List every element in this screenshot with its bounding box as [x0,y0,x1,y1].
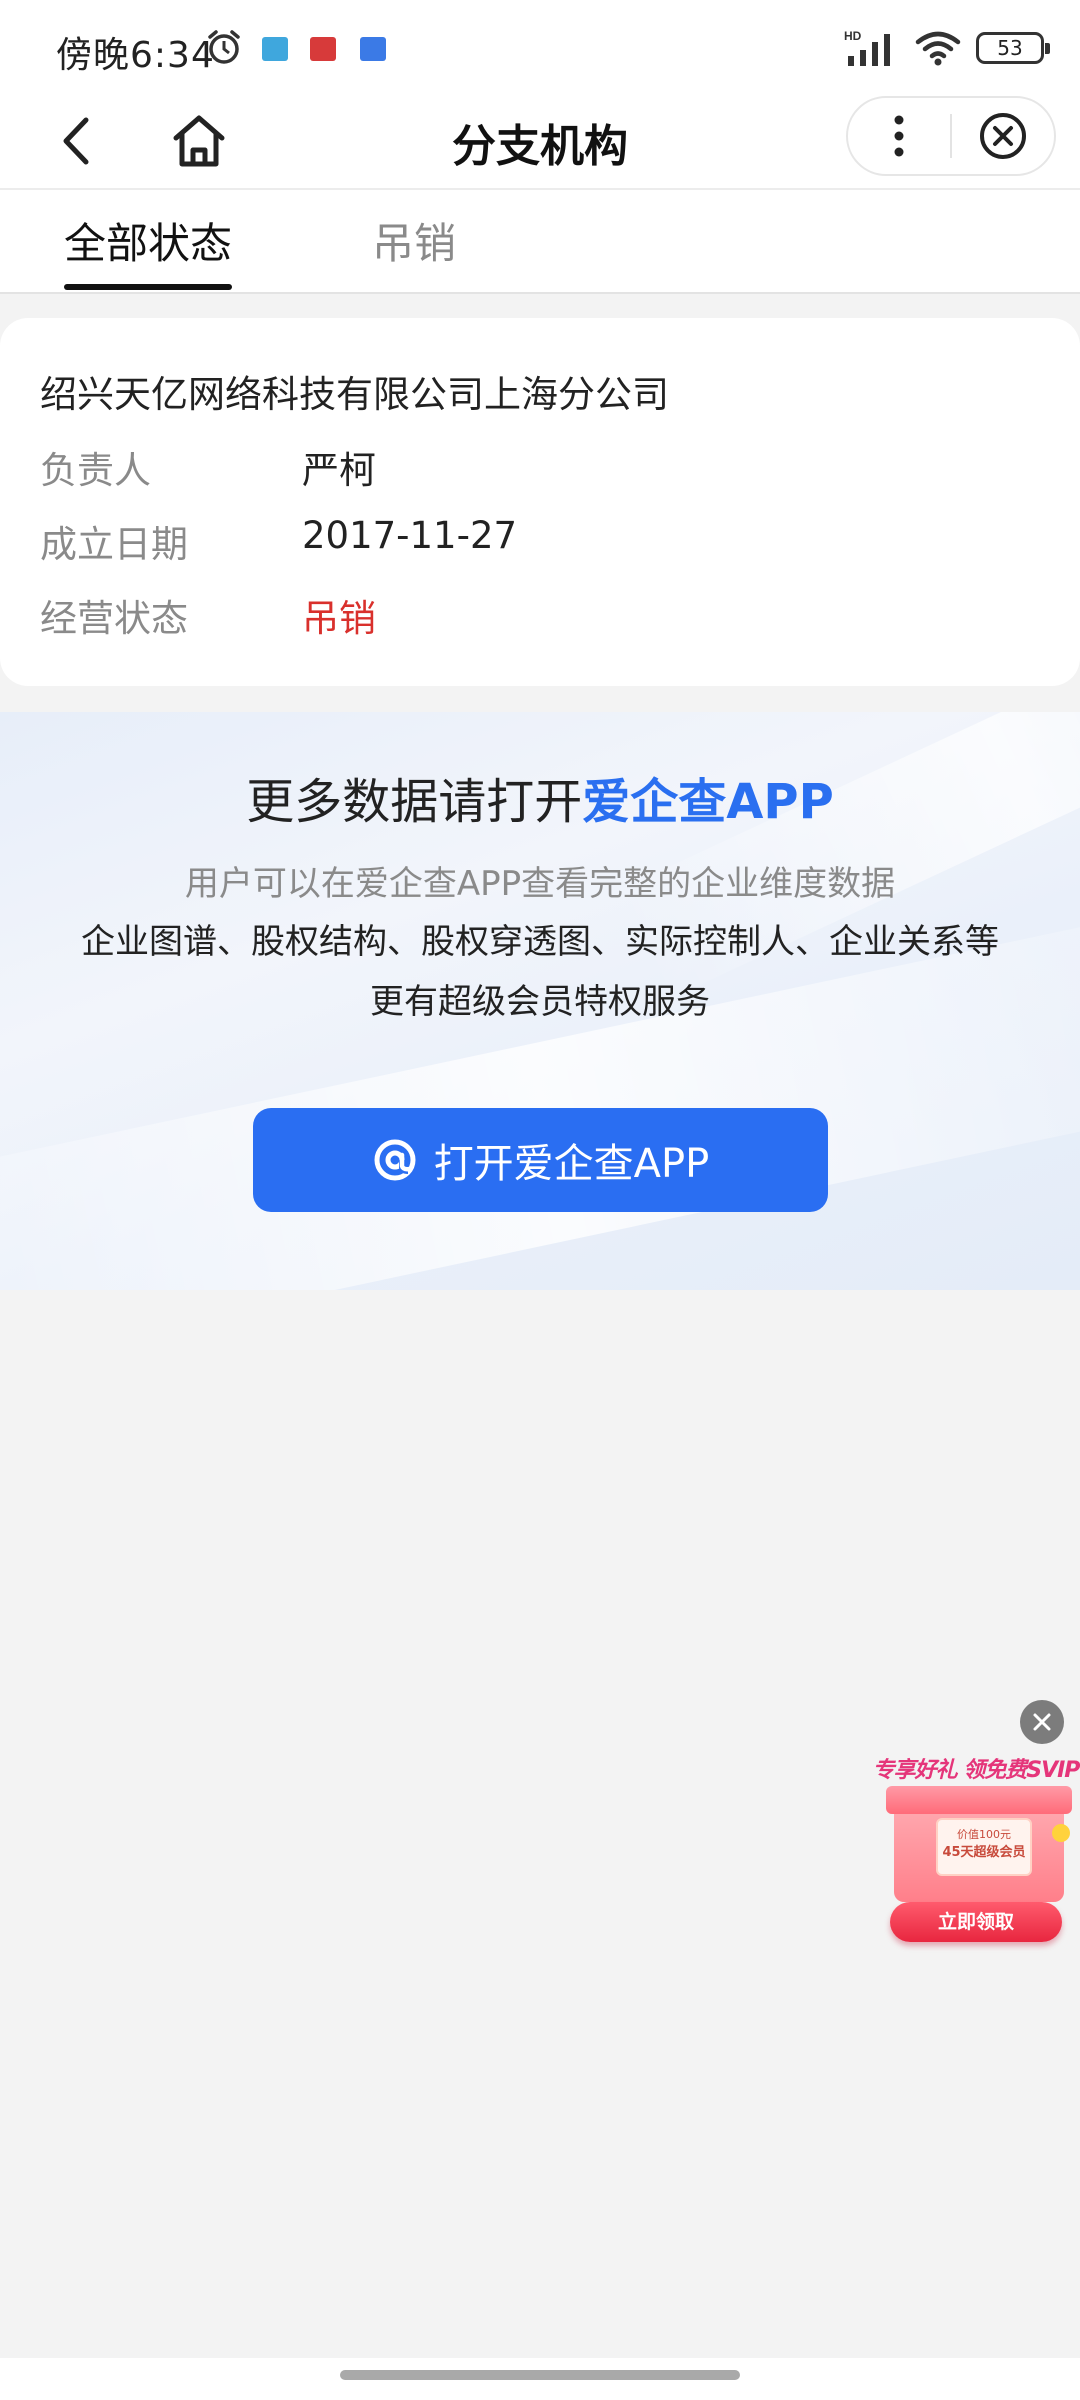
mini-program-capsule [846,96,1056,176]
coin-icon [1052,1824,1070,1842]
network-type-label: HD [844,29,862,43]
more-dots-icon [894,115,904,157]
alarm-icon [208,30,240,64]
close-button[interactable] [952,98,1054,174]
float-ad-banner: 专享好礼 领免费SVIP [872,1758,1080,1783]
promo-title-brand: 爱企查APP [582,774,834,830]
float-ad-close-button[interactable] [1020,1700,1064,1744]
float-ad-card-text: 45天超级会员 [942,1845,1026,1860]
float-ad-card: 价值100元 45天超级会员 [936,1818,1032,1876]
battery-level: 53 [997,36,1023,60]
wifi-icon [915,31,961,66]
promo-title-prefix: 更多数据请打开 [246,774,583,830]
claim-now-button[interactable]: 立即领取 [890,1902,1062,1942]
battery-icon: 53 [976,32,1050,64]
status-value-revoked: 吊销 [302,597,376,640]
close-circle-icon [979,113,1026,159]
info-value: 2017-11-27 [302,514,518,557]
open-app-button[interactable]: 打开爱企查APP [253,1108,828,1212]
floating-svip-ad[interactable]: 专享好礼 领免费SVIP 价值100元 45天超级会员 立即领取 [872,1752,1080,1952]
more-button[interactable] [848,98,950,174]
status-time: 傍晚6:34 [56,35,215,76]
tab-revoked[interactable]: 吊销 [372,210,456,271]
promo-features-line: 企业图谱、股权结构、股权穿透图、实际控制人、企业关系等 [81,922,999,962]
aiqicha-logo-icon [374,1139,416,1181]
notification-app-icon-3 [360,37,386,61]
status-bar: 傍晚6:34 HD 53 [0,0,1080,96]
tab-all-status[interactable]: 全部状态 [64,210,232,271]
status-right-icons: HD 53 [844,28,1050,68]
notification-app-icon-2 [310,37,336,61]
info-label: 经营状态 [40,597,188,640]
open-app-button-label: 打开爱企查APP [433,1141,710,1187]
promo-vip-line: 更有超级会员特权服务 [370,982,710,1022]
info-value: 严柯 [302,449,376,492]
signal-icon: HD [844,29,890,66]
notification-app-icon-1 [262,37,288,61]
float-ad-card-price: 价值100元 [957,1828,1011,1841]
company-name[interactable]: 绍兴天亿网络科技有限公司上海分公司 [40,364,669,418]
promo-description-line: 用户可以在爱企查APP查看完整的企业维度数据 [184,864,896,904]
home-indicator[interactable] [340,2370,740,2380]
info-label: 负责人 [40,449,151,492]
branch-card[interactable]: 绍兴天亿网络科技有限公司上海分公司 负责人 严柯 成立日期 2017-11-27… [0,318,1080,686]
promo-title: 更多数据请打开爱企查APP [0,762,1080,832]
nav-bar: 分支机构 [0,96,1080,188]
info-label: 成立日期 [40,523,188,566]
status-filter-tabs: 全部状态 吊销 [0,188,1080,294]
active-tab-indicator [64,284,232,290]
app-promo-section: 更多数据请打开爱企查APP 用户可以在爱企查APP查看完整的企业维度数据 企业图… [0,712,1080,1290]
gift-box-lid [886,1786,1072,1814]
close-icon [1033,1713,1051,1731]
